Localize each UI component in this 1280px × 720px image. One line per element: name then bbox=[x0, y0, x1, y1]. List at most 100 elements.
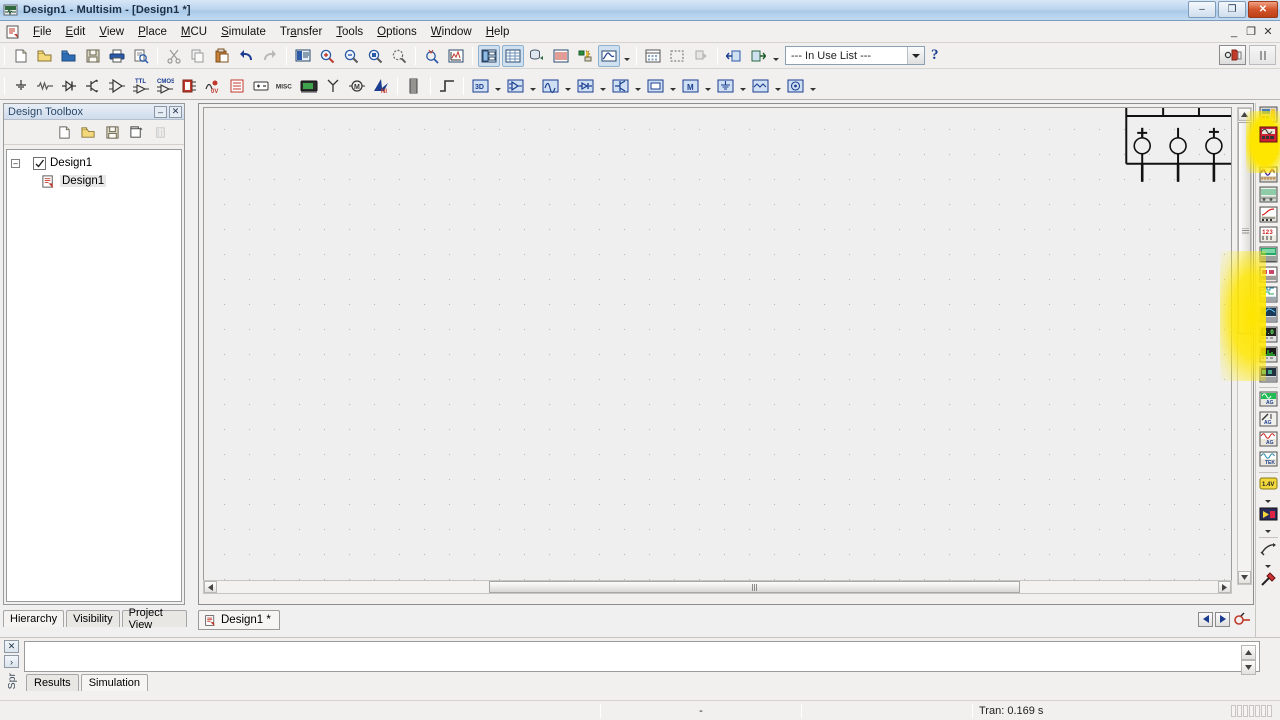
distortion-analyzer-icon[interactable]: 0.0 bbox=[1258, 325, 1279, 344]
place-misc-digital-icon[interactable] bbox=[178, 75, 200, 97]
spreadsheet-scroll-up-button[interactable] bbox=[1241, 645, 1256, 660]
tab-results[interactable]: Results bbox=[26, 674, 79, 691]
zoom-in-icon[interactable] bbox=[316, 45, 338, 67]
grapher-icon[interactable] bbox=[445, 45, 467, 67]
zoom-area-icon[interactable] bbox=[364, 45, 386, 67]
place-indicator-icon[interactable] bbox=[226, 75, 248, 97]
canvas-horizontal-scrollbar[interactable] bbox=[203, 580, 1232, 594]
place-cmos-icon[interactable]: CMOS bbox=[154, 75, 176, 97]
menu-window[interactable]: Window bbox=[424, 23, 479, 41]
show-transistor-family-bar-icon[interactable] bbox=[609, 75, 631, 97]
zoom-fit-icon[interactable] bbox=[388, 45, 410, 67]
open-samples-icon[interactable] bbox=[58, 45, 80, 67]
help-button[interactable]: ? bbox=[931, 47, 939, 64]
chevron-down-icon[interactable] bbox=[492, 75, 503, 97]
document-tab-design1[interactable]: Design1 * bbox=[198, 610, 280, 630]
menu-help[interactable]: Help bbox=[479, 23, 517, 41]
horizontal-scroll-thumb[interactable] bbox=[489, 581, 1020, 593]
spreadsheet-close-button[interactable]: ✕ bbox=[4, 640, 19, 653]
pause-simulation-icon[interactable] bbox=[1249, 45, 1276, 65]
menu-transfer[interactable]: Transfer bbox=[273, 23, 329, 41]
logic-converter-icon[interactable] bbox=[1258, 265, 1279, 284]
area-capture-icon[interactable] bbox=[666, 45, 688, 67]
menu-view[interactable]: View bbox=[92, 23, 131, 41]
chevron-down-icon[interactable] bbox=[597, 75, 608, 97]
place-source-icon[interactable] bbox=[10, 75, 32, 97]
design-toolbox-collapse-button[interactable]: – bbox=[154, 105, 167, 118]
close-button[interactable]: ✕ bbox=[1248, 1, 1278, 18]
design-tree[interactable]: – Design1 Design1 bbox=[6, 149, 182, 602]
design-toolbox-icon[interactable] bbox=[478, 44, 500, 67]
function-generator-icon[interactable] bbox=[1258, 125, 1279, 144]
place-hierarchical-block-icon[interactable] bbox=[436, 75, 458, 97]
place-basic-icon[interactable] bbox=[34, 75, 56, 97]
back-annotate-icon[interactable] bbox=[690, 45, 712, 67]
tree-row[interactable]: Design1 bbox=[11, 172, 181, 190]
transfer-dropdown-arrow[interactable] bbox=[770, 45, 781, 67]
agilent-multimeter-icon[interactable]: AG bbox=[1258, 410, 1279, 429]
chevron-down-icon[interactable] bbox=[562, 75, 573, 97]
tree-expander[interactable]: – bbox=[11, 158, 20, 168]
current-probe-icon[interactable] bbox=[1258, 540, 1279, 559]
spreadsheet-expand-button[interactable]: › bbox=[4, 655, 19, 668]
vertical-scroll-thumb[interactable] bbox=[1238, 122, 1251, 334]
tree-checkbox[interactable] bbox=[33, 156, 46, 170]
frequency-counter-icon[interactable]: 123 bbox=[1258, 225, 1279, 244]
spreadsheet-view-icon[interactable] bbox=[502, 44, 524, 67]
dynamic-probe-icon[interactable] bbox=[1258, 570, 1279, 589]
mdi-minimize-button[interactable]: _ bbox=[1226, 24, 1242, 39]
minimize-button[interactable]: – bbox=[1188, 1, 1216, 18]
menu-place[interactable]: Place bbox=[131, 23, 174, 41]
place-diode-icon[interactable] bbox=[58, 75, 80, 97]
chevron-down-icon[interactable] bbox=[1263, 560, 1274, 570]
menu-edit[interactable]: Edit bbox=[59, 23, 93, 41]
show-diode-family-bar-icon[interactable] bbox=[574, 75, 596, 97]
component-icon[interactable] bbox=[1232, 611, 1252, 627]
new-design-icon[interactable] bbox=[53, 121, 75, 143]
place-analog-icon[interactable] bbox=[106, 75, 128, 97]
scroll-left-button[interactable] bbox=[204, 581, 217, 593]
mdi-close-button[interactable]: ✕ bbox=[1260, 24, 1276, 39]
full-screen-icon[interactable] bbox=[292, 45, 314, 67]
tektronix-oscilloscope-icon[interactable]: TEK bbox=[1258, 450, 1279, 469]
database-manager-icon[interactable] bbox=[526, 45, 548, 67]
chevron-down-icon[interactable] bbox=[667, 75, 678, 97]
place-mixed-icon[interactable]: 0V bbox=[202, 75, 224, 97]
word-generator-icon[interactable] bbox=[1258, 245, 1279, 264]
transfer-out-icon[interactable] bbox=[747, 45, 769, 67]
save-design-icon[interactable] bbox=[101, 121, 123, 143]
four-channel-oscilloscope-icon[interactable] bbox=[1258, 185, 1279, 204]
spectrum-analyzer-icon[interactable] bbox=[1258, 345, 1279, 364]
spreadsheet-scroll-down-button[interactable] bbox=[1241, 660, 1256, 675]
place-connectors-icon[interactable] bbox=[403, 75, 425, 97]
tab-next-button[interactable] bbox=[1215, 611, 1230, 627]
maximize-button[interactable]: ❐ bbox=[1218, 1, 1246, 18]
iv-analyzer-icon[interactable] bbox=[1258, 305, 1279, 324]
postprocessor-icon[interactable] bbox=[598, 44, 620, 67]
redo-icon[interactable] bbox=[259, 45, 281, 67]
tree-row[interactable]: – Design1 bbox=[11, 154, 181, 172]
print-preview-icon[interactable] bbox=[130, 45, 152, 67]
chevron-down-icon[interactable] bbox=[1263, 525, 1274, 535]
open-design-icon[interactable] bbox=[77, 121, 99, 143]
new-sheet-icon[interactable] bbox=[125, 121, 147, 143]
menu-simulate[interactable]: Simulate bbox=[214, 23, 273, 41]
place-misc-icon[interactable]: MISC bbox=[274, 75, 296, 97]
postprocessor-dropdown-arrow[interactable] bbox=[621, 45, 632, 67]
print-icon[interactable] bbox=[106, 45, 128, 67]
tab-hierarchy[interactable]: Hierarchy bbox=[3, 610, 65, 627]
copy-icon[interactable] bbox=[187, 45, 209, 67]
component-wizard-icon[interactable] bbox=[550, 45, 572, 67]
analysis-icon[interactable] bbox=[574, 45, 596, 67]
chevron-down-icon[interactable] bbox=[1263, 495, 1274, 505]
menu-tools[interactable]: Tools bbox=[329, 23, 370, 41]
menu-options[interactable]: Options bbox=[370, 23, 424, 41]
place-ttl-icon[interactable]: TTL bbox=[130, 75, 152, 97]
zoom-selection-icon[interactable] bbox=[421, 45, 443, 67]
undo-icon[interactable] bbox=[235, 45, 257, 67]
chevron-down-icon[interactable] bbox=[527, 75, 538, 97]
cut-icon[interactable] bbox=[163, 45, 185, 67]
place-ni-components-icon[interactable]: NI bbox=[370, 75, 392, 97]
chevron-down-icon[interactable] bbox=[907, 47, 924, 64]
show-signal-source-family-bar-icon[interactable] bbox=[539, 75, 561, 97]
